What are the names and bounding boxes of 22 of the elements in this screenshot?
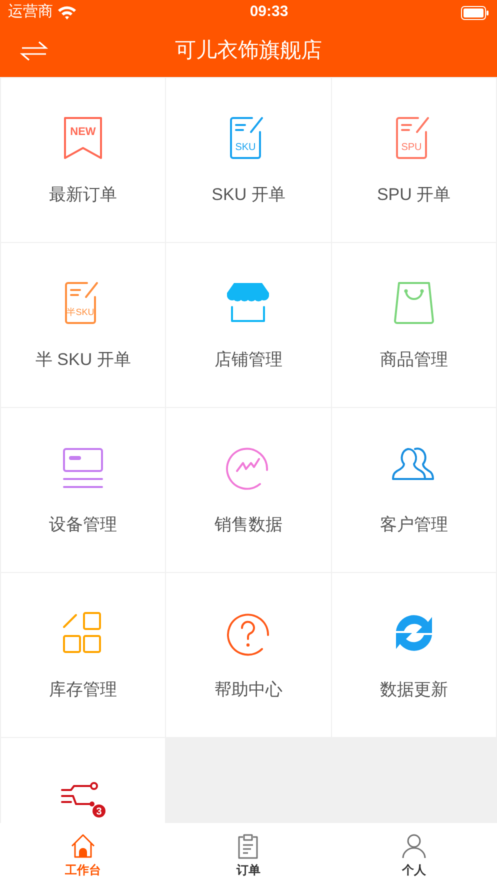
tab-button[interactable]: 订单 xyxy=(166,823,332,883)
menu-tile[interactable]: 销售数据 xyxy=(166,408,331,572)
menu-tile[interactable]: 帮助中心 xyxy=(166,573,331,737)
battery-icon xyxy=(461,6,489,20)
tab-button[interactable]: 个人 xyxy=(331,823,497,883)
clock-time: 09:33 xyxy=(250,2,288,22)
menu-tile[interactable]: SPU SPU 开单 xyxy=(332,78,496,242)
store-title: 可儿衣饰旗舰店 xyxy=(175,38,322,64)
carrier-name: 运营商 xyxy=(8,2,53,22)
menu-tile[interactable]: 客户管理 xyxy=(332,408,496,572)
menu-tile[interactable]: 设备管理 xyxy=(1,408,166,572)
person-icon xyxy=(401,833,428,859)
menu-tile[interactable]: 数据更新 xyxy=(332,573,496,737)
wifi-icon xyxy=(57,5,77,20)
menu-tile[interactable]: 商品管理 xyxy=(332,243,496,407)
menu-tile[interactable]: 半SKU 半 SKU 开单 xyxy=(1,243,166,407)
menu-tile[interactable]: 库存管理 xyxy=(1,573,166,737)
menu-tile[interactable]: NEW 最新订单 xyxy=(1,78,166,242)
home-icon xyxy=(70,833,96,859)
menu-tile[interactable]: 店铺管理 xyxy=(166,243,331,407)
menu-tile[interactable]: 3 xyxy=(1,738,166,823)
menu-tile[interactable]: SKU SKU 开单 xyxy=(166,78,331,242)
